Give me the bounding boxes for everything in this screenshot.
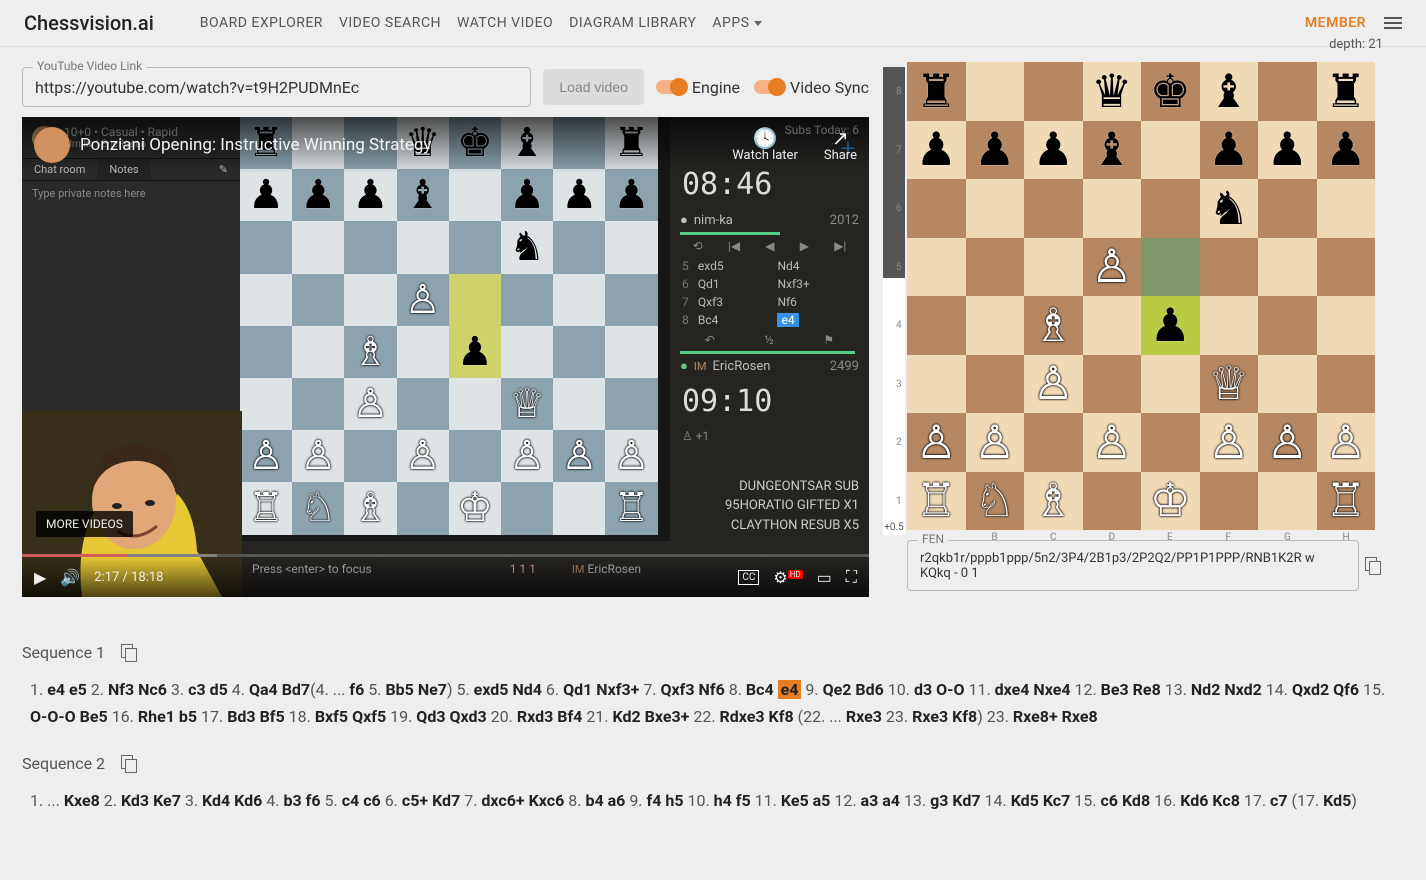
share-button[interactable]: ↗Share	[824, 128, 857, 163]
engine-toggle[interactable]: Engine	[656, 78, 740, 97]
sequence-2-title: Sequence 2	[22, 754, 105, 773]
play-icon[interactable]: ▶	[34, 568, 46, 587]
copy-fen-icon[interactable]	[1365, 557, 1383, 575]
more-videos-button[interactable]: MORE VIDEOS	[36, 511, 133, 537]
analysis-board[interactable]: ♜♛♚♝♜♟♟♟♝♟♟♟♞♙♗♟♙♕♙♙♙♙♙♙♖♘♗♔♖ABCDEFGH123…	[907, 62, 1375, 530]
video-title: Ponziani Opening: Instructive Winning St…	[80, 135, 432, 155]
nav-board-explorer[interactable]: BOARD EXPLORER	[200, 15, 323, 31]
sequence-1-moves[interactable]: 1. e4 e5 2. Nf3 Nc6 3. c3 d5 4. Qa4 Bd7(…	[22, 676, 1404, 730]
settings-icon[interactable]: ⚙HD	[773, 568, 802, 587]
cc-icon[interactable]: CC	[738, 570, 759, 585]
video-sync-toggle[interactable]: Video Sync	[754, 78, 869, 97]
hamburger-menu-icon[interactable]	[1384, 17, 1402, 29]
nav-watch-video[interactable]: WATCH VIDEO	[457, 15, 553, 31]
lichess-board: ♜♛♚♝♜♟♟♟♝♟♟♟♞♙♗♟♙♕♙♙♙♙♙♙♖♘♗♔♖	[240, 117, 658, 535]
logo[interactable]: Chessvision.ai	[24, 11, 154, 35]
copy-seq2-icon[interactable]	[121, 755, 139, 773]
youtube-url-input[interactable]: YouTube Video Link https://youtube.com/w…	[22, 67, 531, 107]
nav-apps[interactable]: APPS	[712, 15, 761, 31]
eval-bar: +0.5	[883, 67, 905, 535]
url-legend: YouTube Video Link	[33, 59, 146, 73]
video-time: 2:17 / 18:18	[94, 570, 163, 585]
member-badge[interactable]: MEMBER	[1305, 15, 1366, 31]
white-clock: 09:10	[670, 378, 869, 425]
nav-diagram-library[interactable]: DIAGRAM LIBRARY	[569, 15, 696, 31]
fullscreen-icon[interactable]: ⛶	[846, 567, 857, 587]
url-value: https://youtube.com/watch?v=t9H2PUDMnEc	[35, 78, 359, 97]
black-player: ●nim-ka2012	[670, 208, 869, 232]
fen-input[interactable]: FEN r2qkb1r/pppb1ppp/5n2/3P4/2B1p3/2P2Q2…	[907, 540, 1359, 591]
notes-placeholder: Type private notes here	[22, 181, 240, 206]
watch-later-button[interactable]: 🕓Watch later	[732, 128, 798, 163]
nav-video-search[interactable]: VIDEO SEARCH	[339, 15, 441, 31]
depth-label: depth: 21	[907, 37, 1383, 52]
miniplayer-icon[interactable]: ▭	[817, 568, 832, 587]
sequence-1-title: Sequence 1	[22, 643, 105, 662]
sequence-2-moves[interactable]: 1. ... Kxe8 2. Kd3 Ke7 3. Kd4 Kd6 4. b3 …	[22, 787, 1404, 814]
main-nav: BOARD EXPLORER VIDEO SEARCH WATCH VIDEO …	[200, 15, 762, 31]
channel-avatar[interactable]	[34, 127, 70, 163]
volume-icon[interactable]: 🔊	[60, 568, 80, 587]
caret-down-icon	[754, 21, 762, 26]
load-video-button[interactable]: Load video	[543, 69, 644, 105]
copy-seq1-icon[interactable]	[121, 644, 139, 662]
white-player: ●IMEricRosen2499	[670, 354, 869, 378]
youtube-player[interactable]: 10+0 • Casual • Rapid nlm-ka | EricRosen…	[22, 117, 869, 597]
